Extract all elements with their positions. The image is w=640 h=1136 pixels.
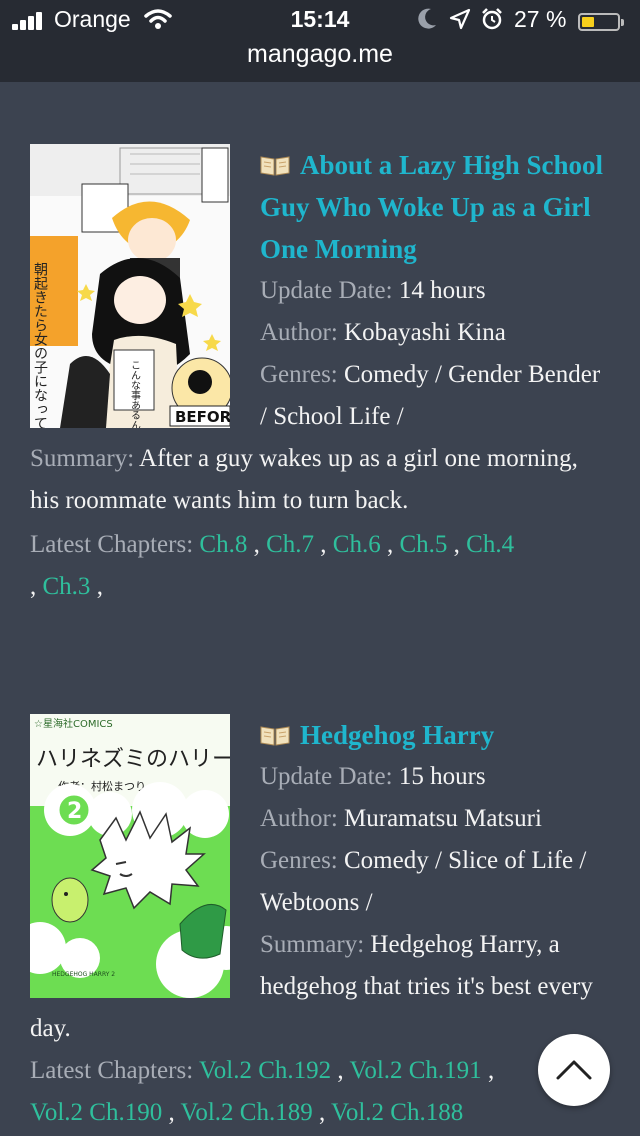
manga-title[interactable]: Hedgehog Harry — [300, 720, 494, 750]
latest-chapters-label: Latest Chapters: — [30, 531, 194, 558]
author-value: Muramatsu Matsuri — [344, 805, 542, 832]
cover-before-badge: BEFORE — [175, 408, 230, 426]
chapter-link[interactable]: Ch.3 — [43, 573, 91, 600]
status-bar: Orange 15:14 27 % mangago.me — [0, 0, 640, 82]
chapter-link[interactable]: Vol.2 Ch.190 — [30, 1099, 162, 1126]
update-date-value: 15 hours — [398, 763, 486, 790]
author-label: Author: — [260, 805, 338, 832]
chapter-link[interactable]: Ch.7 — [266, 531, 314, 558]
chapter-link[interactable]: Ch.8 — [199, 531, 247, 558]
chapter-link[interactable]: Ch.6 — [333, 531, 381, 558]
cover-publisher: ☆星海社COMICS — [34, 717, 113, 730]
manga-entry: 朝起きたら女の子になっていた BEFORE こんな事あるんだな… — [30, 144, 610, 608]
author-label: Author: — [260, 319, 338, 346]
summary-label: Summary: — [260, 931, 365, 958]
cover-bottom-line: HEDGEHOG HARRY 2 — [52, 971, 115, 978]
manga-title[interactable]: About a Lazy High School Guy Who Woke Up… — [260, 150, 603, 264]
url-bar[interactable]: mangago.me — [0, 40, 640, 69]
cover-title-text: 朝起きたら女の子になっていた — [32, 262, 48, 428]
scroll-to-top-button[interactable] — [538, 1034, 610, 1106]
summary-label: Summary: — [30, 445, 135, 472]
chapter-link[interactable]: Ch.4 — [466, 531, 514, 558]
chevron-up-icon — [556, 1060, 592, 1080]
manga-cover-image[interactable]: 朝起きたら女の子になっていた BEFORE こんな事あるんだな… — [30, 144, 230, 428]
manga-entry: ☆星海社COMICS ハリネズミのハリー 作者：村松まつり 2 HEDGEHOG… — [30, 714, 610, 1134]
book-icon — [260, 156, 290, 176]
chapter-link[interactable]: Vol.2 Ch.189 — [181, 1099, 313, 1126]
author-value: Kobayashi Kina — [344, 319, 506, 346]
cover-jp-title: ハリネズミのハリー — [36, 747, 230, 772]
latest-chapters-label: Latest Chapters: — [30, 1057, 194, 1084]
chapter-link[interactable]: Vol.2 Ch.192 — [199, 1057, 331, 1084]
alarm-icon — [482, 8, 502, 30]
book-icon — [260, 726, 290, 746]
cover-volume: 2 — [67, 799, 82, 824]
cover-bubble-text: こんな事あるんだな… — [129, 360, 141, 428]
genres-label: Genres: — [260, 361, 338, 388]
location-icon — [449, 8, 471, 30]
battery-percent: 27 % — [514, 6, 567, 32]
battery-icon — [578, 13, 624, 31]
update-date-value: 14 hours — [398, 277, 486, 304]
moon-icon — [418, 8, 436, 29]
genres-label: Genres: — [260, 847, 338, 874]
manga-cover-image[interactable]: ☆星海社COMICS ハリネズミのハリー 作者：村松まつり 2 HEDGEHOG… — [30, 714, 230, 998]
update-date-label: Update Date: — [260, 763, 393, 790]
update-date-label: Update Date: — [260, 277, 393, 304]
chapter-link[interactable]: Vol.2 Ch.191 — [349, 1057, 481, 1084]
chapter-link[interactable]: Ch.5 — [399, 531, 447, 558]
chapter-link[interactable]: Vol.2 Ch.188 — [331, 1099, 463, 1126]
